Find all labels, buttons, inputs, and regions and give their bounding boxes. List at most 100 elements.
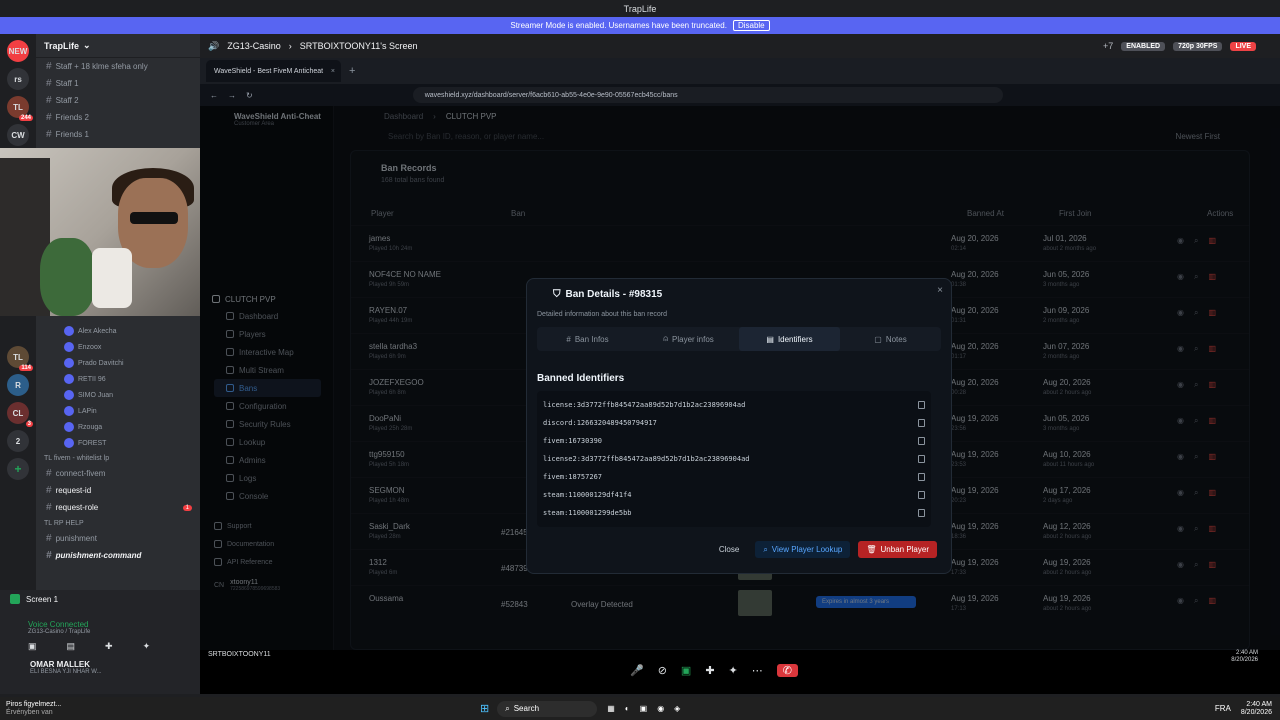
text-channel[interactable]: # request-id [36,482,200,499]
unban-player-button[interactable]: 🗑 Unban Player [858,541,937,558]
reload-icon[interactable]: ↻ [246,91,253,100]
tab-label: Ban Infos [574,334,609,344]
server-icon[interactable]: R [7,374,29,396]
new-tab-icon[interactable]: + [349,65,355,77]
voice-user[interactable]: SIMO Juan [36,387,200,403]
voice-channel[interactable]: # Staff + 18 klme sfeha only [36,58,200,75]
more-icon[interactable]: ⋯ [752,664,763,677]
viewer-count[interactable]: +7 [1103,41,1113,51]
voice-channel[interactable]: # Friends 2 [36,109,200,126]
server-icon[interactable]: TL 244 [7,96,33,121]
video-off-icon[interactable]: ▣ [28,641,37,652]
avatar [64,390,74,400]
server-icon[interactable]: CW [7,124,29,146]
language-indicator[interactable]: FRA [1215,704,1231,713]
clock[interactable]: 2:40 AM 8/20/2026 [1241,701,1272,717]
ban-details-modal: ⛉ Ban Details - #98315 × Detailed inform… [526,278,952,574]
copy-icon[interactable] [918,437,925,445]
server-icon[interactable]: TL 114 [7,346,33,371]
edge-icon[interactable]: ◐ [625,704,630,713]
close-icon[interactable]: × [937,285,943,296]
back-icon[interactable]: ← [210,91,218,100]
channel-name: Friends 2 [55,113,89,122]
url-field[interactable]: waveshield.xyz/dashboard/server/f6acb610… [412,87,1003,103]
close-button[interactable]: Close [711,541,747,558]
category-whitelist[interactable]: TL fivem - whitelist lp [36,451,200,465]
voice-user[interactable]: Alex Akecha [36,323,200,339]
forward-icon[interactable]: → [228,91,236,100]
modal-header: ⛉ Ban Details - #98315 [553,289,662,300]
microphone-icon[interactable]: 🎤 [630,664,644,677]
id-card-icon: ▤ [766,334,774,344]
copy-icon[interactable] [918,401,925,409]
avatar [64,358,74,368]
windows-taskbar: Piros figyelmezt... Érvényben van ⊞ ⌕ Sea… [0,697,1280,720]
identifier-row: fivem:16730390 [537,432,931,450]
voice-user[interactable]: RETII 96 [36,371,200,387]
user-name[interactable]: OMAR MALLEK [0,652,200,669]
add-server-icon[interactable]: + [7,458,29,480]
store-icon[interactable]: ▣ [640,704,648,713]
copy-icon[interactable] [918,455,925,463]
tab-ban-infos[interactable]: # Ban Infos [537,327,638,351]
chrome-icon[interactable]: ◉ [657,704,664,713]
text-channel[interactable]: # connect-fivem [36,465,200,482]
disable-streamer-button[interactable]: Disable [732,20,770,31]
tab-title: WaveShield - Best FiveM Anticheat [214,67,324,75]
identifier-row: license:3d3772ffb845472aa89d52b7d1b2ac23… [537,396,931,414]
soundboard-icon[interactable]: ✦ [143,641,151,652]
server-icon[interactable]: NEW [7,40,29,62]
browser-tab[interactable]: WaveShield - Best FiveM Anticheat × [206,60,341,82]
taskbar-search[interactable]: ⌕ Search [497,700,598,717]
glasses-shape [130,212,178,224]
server-icon[interactable]: 2 [7,430,29,452]
screen-share-row[interactable]: Screen 1 [0,590,200,608]
text-channel[interactable]: # punishment [36,530,200,547]
voice-panel: Screen 1 Voice Connected ZG13-Casino / T… [0,590,200,694]
copy-icon[interactable] [918,509,925,517]
share-screen-icon[interactable]: ▤ [67,641,76,652]
tab-notes[interactable]: ▢ Notes [840,327,941,351]
voice-user[interactable]: Enzoox [36,339,200,355]
voice-channel[interactable]: # Staff 1 [36,75,200,92]
share-screen-icon[interactable]: ▣ [681,664,691,677]
server-label: CW [11,130,25,140]
clock-date: 8/20/2026 [1240,708,1272,716]
tab-player-infos[interactable]: ⍝ Player infos [638,327,739,351]
voice-channel[interactable]: # Friends 1 [36,126,200,143]
copy-icon[interactable] [918,473,925,481]
voice-user[interactable]: Prado Davitchi [36,355,200,371]
identifier-row: discord:1266320489450794917 [537,414,931,432]
file-explorer-icon[interactable]: ▦ [607,704,615,713]
server-icon[interactable]: rs [7,68,29,90]
category-help[interactable]: TL RP HELP [36,516,200,530]
text-channel[interactable]: # punishment-command [36,547,200,564]
activities-icon[interactable]: ✚ [705,664,714,677]
hang-up-button[interactable]: ✆ [776,664,798,677]
window-title: TrapLife [623,3,657,14]
notification[interactable]: Piros figyelmezt... Érvényben van [0,701,180,717]
tab-identifiers[interactable]: ▤ Identifiers [739,327,840,351]
soundboard-icon[interactable]: ✦ [729,664,738,677]
discord-icon[interactable]: ◈ [674,704,680,713]
voice-channel-name[interactable]: ZG13-Casino [227,41,281,51]
voice-user[interactable]: FOREST [36,435,200,451]
voice-user[interactable]: LAPin [36,403,200,419]
copy-icon[interactable] [918,419,925,427]
server-icon[interactable]: CL 3 [7,402,33,427]
text-channel[interactable]: # request-role 1 [36,499,200,516]
voice-user[interactable]: Rzouga [36,419,200,435]
activities-icon[interactable]: ✚ [105,641,113,652]
copy-icon[interactable] [918,491,925,499]
view-player-lookup-button[interactable]: ⌕ View Player Lookup [755,541,851,558]
windows-start-icon[interactable]: ⊞ [480,702,489,715]
hash-icon: # [46,550,52,561]
button-label: Unban Player [880,545,929,554]
close-icon[interactable]: × [331,68,335,75]
voice-user-name: LAPin [78,407,97,415]
camera-off-icon[interactable]: ⊘ [658,664,667,677]
channel-name: Staff + 18 klme sfeha only [55,62,148,71]
server-header[interactable]: TrapLife ⌄ [36,34,200,58]
voice-channel[interactable]: # Staff 2 [36,92,200,109]
shield-icon: ⛉ [553,289,561,300]
